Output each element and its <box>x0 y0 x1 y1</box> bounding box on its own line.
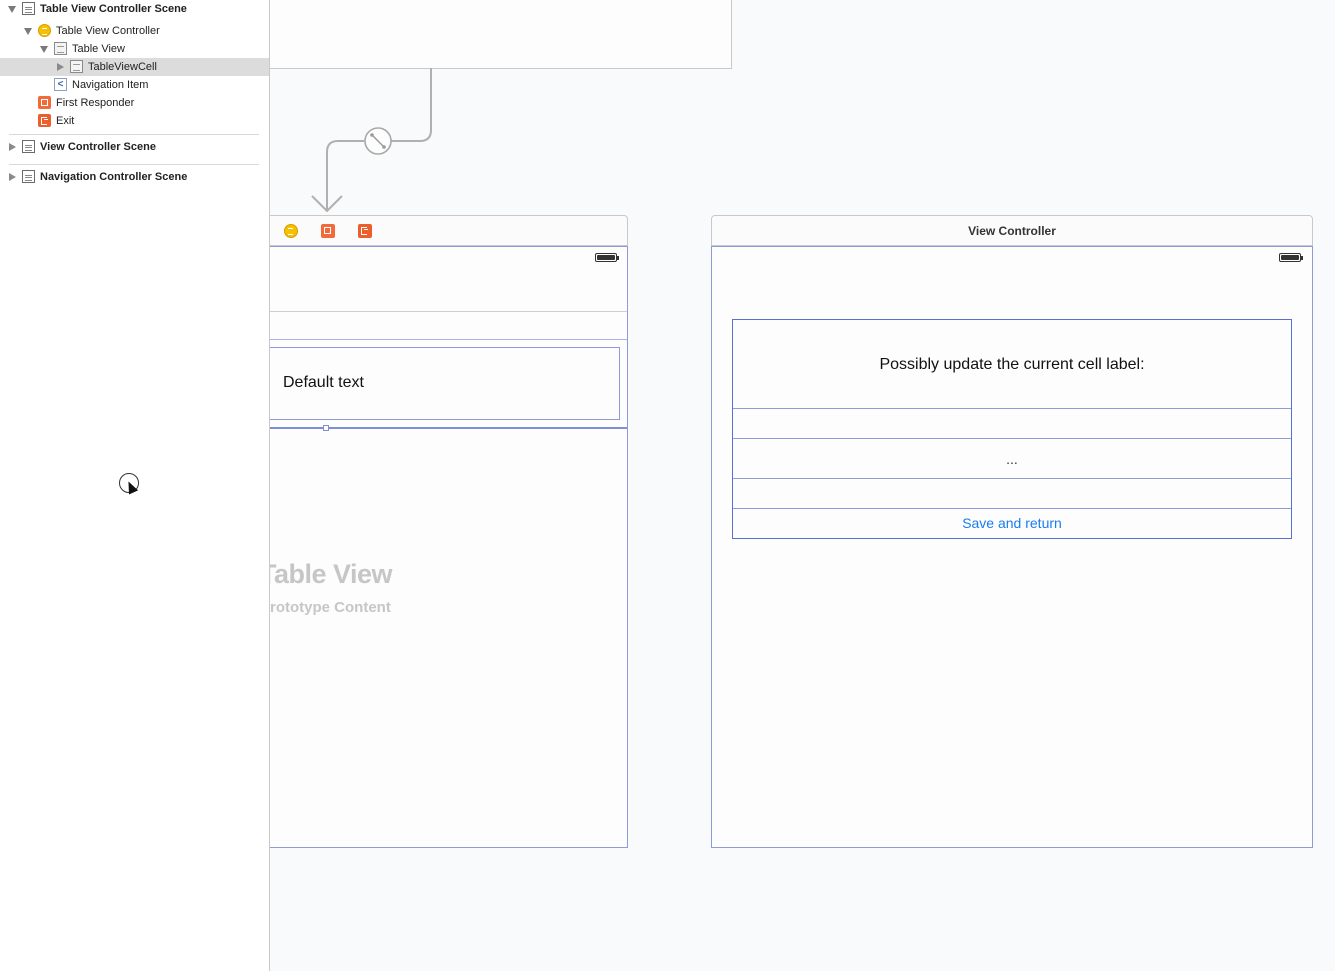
outline-row-view-controller-scene[interactable]: View Controller Scene <box>0 138 269 156</box>
first-responder-cube-icon[interactable] <box>321 224 335 238</box>
outline-label: View Controller Scene <box>40 141 156 153</box>
scene-icon <box>22 170 35 183</box>
disclosure-expanded-icon[interactable] <box>8 6 16 13</box>
cell-resize-handle[interactable] <box>323 425 329 431</box>
exit-icon <box>38 114 51 127</box>
table-view-controller-scene[interactable]: Default text Table View Prototype Conten… <box>270 215 628 848</box>
view-controller-icon <box>38 24 51 37</box>
outline-row-navigation-controller-scene[interactable]: Navigation Controller Scene <box>0 168 269 186</box>
scene-title[interactable]: View Controller <box>712 216 1312 247</box>
scene-icon <box>22 140 35 153</box>
cell-text-field[interactable]: ... <box>733 439 1291 479</box>
document-outline: Table View Controller Scene Table View C… <box>0 0 270 971</box>
table-view-icon <box>54 42 67 55</box>
disclosure-collapsed-icon[interactable] <box>9 143 16 151</box>
stack-spacer <box>733 409 1291 439</box>
outline-row-table-view[interactable]: Table View <box>0 40 269 58</box>
outline-label: TableViewCell <box>88 61 157 73</box>
view-controller-scene[interactable]: View Controller Possibly update the curr… <box>711 215 1313 848</box>
disclosure-collapsed-icon[interactable] <box>9 173 16 181</box>
disclosure-expanded-icon[interactable] <box>40 46 48 53</box>
prompt-label[interactable]: Possibly update the current cell label: <box>733 320 1291 409</box>
battery-icon <box>1279 253 1303 262</box>
cell-label[interactable]: Default text <box>283 374 364 392</box>
stack-spacer <box>733 479 1291 509</box>
scene-icon <box>22 2 35 15</box>
outline-label: Table View <box>72 43 125 55</box>
scene-dock <box>270 215 628 246</box>
table-view-controller-view[interactable]: Default text Table View Prototype Conten… <box>270 246 628 848</box>
outline-row-exit[interactable]: Exit <box>0 112 269 130</box>
view-controller-icon[interactable] <box>284 224 298 238</box>
segue-arrow[interactable] <box>270 0 740 220</box>
outline-separator <box>9 134 259 135</box>
outline-label: Navigation Item <box>72 79 149 91</box>
table-view-placeholder-title: Table View <box>270 559 393 589</box>
outline-row-table-view-controller-scene[interactable]: Table View Controller Scene <box>0 0 269 18</box>
storyboard-canvas[interactable]: Default text Table View Prototype Conten… <box>270 0 1335 971</box>
disclosure-expanded-icon[interactable] <box>24 28 32 35</box>
exit-icon[interactable] <box>358 224 372 238</box>
outline-row-table-view-controller[interactable]: Table View Controller <box>0 22 269 40</box>
outline-row-tableviewcell[interactable]: TableViewCell <box>0 58 269 76</box>
outline-label: Table View Controller <box>56 25 160 37</box>
outline-label: First Responder <box>56 97 135 109</box>
outline-separator <box>9 164 259 165</box>
battery-icon <box>595 253 619 262</box>
outline-label: Navigation Controller Scene <box>40 171 188 183</box>
stack-view[interactable]: Possibly update the current cell label: … <box>732 319 1292 539</box>
navigation-bar-divider <box>270 311 627 312</box>
outline-row-navigation-item[interactable]: < Navigation Item <box>0 76 269 94</box>
outline-label: Table View Controller Scene <box>40 3 187 15</box>
view-controller-view[interactable]: Possibly update the current cell label: … <box>711 246 1313 848</box>
table-view-cell-icon <box>70 60 83 73</box>
save-and-return-button[interactable]: Save and return <box>733 509 1291 538</box>
outline-label: Exit <box>56 115 75 127</box>
navigation-item-icon: < <box>54 78 67 91</box>
scene-dock: View Controller <box>711 215 1313 246</box>
first-responder-cube-icon <box>38 96 51 109</box>
disclosure-collapsed-icon[interactable] <box>57 63 64 71</box>
table-view-placeholder-subtitle: Prototype Content <box>270 599 391 616</box>
table-header-divider <box>270 339 627 340</box>
outline-row-first-responder[interactable]: First Responder <box>0 94 269 112</box>
